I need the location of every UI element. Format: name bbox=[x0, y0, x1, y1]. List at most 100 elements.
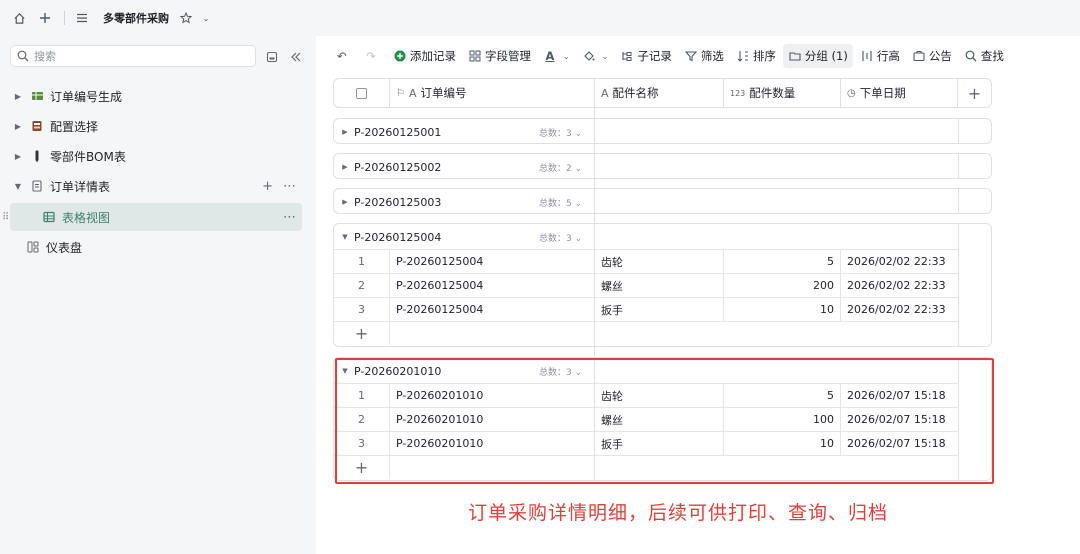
group-count[interactable]: 总数：3 ⌄ bbox=[539, 126, 582, 139]
table-row[interactable]: 2 P-20260201010 螺丝 100 2026/02/07 15:18 bbox=[334, 407, 958, 431]
panel-icon[interactable] bbox=[264, 49, 280, 65]
group-count[interactable]: 总数：3 ⌄ bbox=[539, 231, 582, 244]
sidebar-item-label: 配置选择 bbox=[50, 119, 99, 134]
paint-bucket-icon bbox=[582, 49, 596, 63]
page-title: 多零部件采购 bbox=[103, 12, 169, 25]
text-format-button[interactable]: A ⌄ bbox=[538, 44, 575, 68]
group-count[interactable]: 总数：3 ⌄ bbox=[539, 365, 582, 378]
group-row[interactable]: ▶ P-20260125001 总数：3 ⌄ bbox=[333, 118, 992, 144]
collapse-sidebar-icon[interactable] bbox=[288, 49, 304, 65]
star-icon[interactable] bbox=[177, 9, 195, 27]
filter-icon bbox=[684, 49, 698, 63]
table-icon bbox=[30, 89, 44, 103]
text-color-icon: A bbox=[545, 49, 555, 63]
fill-color-button[interactable]: ⌄ bbox=[577, 44, 614, 68]
sidebar-item-order-detail[interactable]: ▼ 订单详情表 + ⋯ bbox=[10, 172, 302, 200]
group-count[interactable]: 总数：5 ⌄ bbox=[539, 196, 582, 209]
plus-icon[interactable]: + bbox=[334, 456, 390, 479]
table-row[interactable]: 3 P-20260201010 扳手 10 2026/02/07 15:18 bbox=[334, 431, 958, 455]
sidebar-item-dashboard[interactable]: 仪表盘 bbox=[10, 233, 302, 261]
number-field-icon: 123 bbox=[730, 88, 746, 98]
group-row-expanded[interactable]: ▼ P-20260201010 总数：3 ⌄ 1 P-20260201010 齿… bbox=[333, 357, 992, 481]
subrecord-icon bbox=[620, 49, 634, 63]
caret-right-icon[interactable]: ▶ bbox=[336, 128, 354, 136]
view-toolbar: ↶ ↷ 添加记录 字段管理 A ⌄ ⌄ 子记录 筛选 排序 分组 (1) 行高 … bbox=[330, 44, 1011, 68]
undo-icon: ↶ bbox=[337, 49, 347, 63]
group-row[interactable]: ▶ P-20260125002 总数：2 ⌄ bbox=[333, 153, 992, 179]
top-bar: 多零部件采购 ⌄ bbox=[0, 0, 1080, 36]
group-count[interactable]: 总数：2 ⌄ bbox=[539, 161, 582, 174]
column-header-order-date[interactable]: ◷ 下单日期 bbox=[841, 79, 958, 107]
notice-button[interactable]: 公告 bbox=[907, 44, 957, 68]
add-icon[interactable]: + bbox=[262, 179, 273, 194]
add-icon[interactable] bbox=[36, 9, 54, 27]
chevron-down-icon: ⌄ bbox=[601, 51, 609, 61]
menu-icon[interactable] bbox=[73, 9, 91, 27]
more-icon[interactable]: ⋯ bbox=[283, 179, 296, 194]
field-manage-button[interactable]: 字段管理 bbox=[463, 44, 536, 68]
clock-icon: ◷ bbox=[847, 87, 856, 99]
column-header-part-qty[interactable]: 123 配件数量 bbox=[724, 79, 841, 107]
row-height-button[interactable]: 行高 bbox=[855, 44, 905, 68]
sidebar: 搜索 ▶ 订单编号生成 ▶ 配置选择 ▶ 零部件BOM表 ▼ 订单详情表 + ⋯… bbox=[0, 36, 316, 554]
caret-right-icon[interactable]: ▶ bbox=[336, 163, 354, 171]
home-icon[interactable] bbox=[10, 9, 28, 27]
sort-icon bbox=[736, 49, 750, 63]
row-height-icon bbox=[860, 49, 874, 63]
group-row-expanded[interactable]: ▼ P-20260125004 总数：3 ⌄ 1 P-20260125004 齿… bbox=[333, 223, 992, 347]
table-row[interactable]: 1 P-20260201010 齿轮 5 2026/02/07 15:18 bbox=[334, 383, 958, 407]
caret-down-icon[interactable]: ▼ bbox=[336, 233, 354, 241]
search-placeholder: 搜索 bbox=[34, 50, 56, 63]
sidebar-item-label: 仪表盘 bbox=[46, 240, 83, 255]
caret-right-icon[interactable]: ▶ bbox=[12, 122, 24, 131]
search-icon bbox=[17, 50, 29, 62]
chevron-down-icon[interactable]: ⌄ bbox=[197, 9, 215, 27]
column-header-order-no[interactable]: ⚐ A 订单编号 bbox=[390, 79, 595, 107]
chevron-down-icon: ⌄ bbox=[563, 51, 570, 61]
group-row[interactable]: ▶ P-20260125003 总数：5 ⌄ bbox=[333, 188, 992, 214]
table-header: ⚐ A 订单编号 A 配件名称 123 配件数量 ◷ 下单日期 + bbox=[333, 78, 992, 108]
caret-down-icon[interactable]: ▼ bbox=[336, 367, 354, 375]
add-record-button[interactable]: 添加记录 bbox=[388, 44, 461, 68]
search-input[interactable]: 搜索 bbox=[10, 45, 256, 67]
sidebar-item-grid-view[interactable]: ⠿ 表格视图 ⋯ bbox=[2, 203, 302, 231]
caret-right-icon[interactable]: ▶ bbox=[336, 198, 354, 206]
caret-down-icon[interactable]: ▼ bbox=[12, 182, 24, 191]
column-divider bbox=[594, 108, 595, 480]
sidebar-item-config[interactable]: ▶ 配置选择 bbox=[10, 112, 302, 140]
undo-button[interactable]: ↶ bbox=[330, 44, 357, 68]
text-field-icon: A bbox=[601, 86, 609, 100]
text-field-icon: A bbox=[408, 86, 417, 100]
table-row[interactable]: 3 P-20260125004 扳手 10 2026/02/02 22:33 bbox=[334, 297, 958, 321]
sidebar-item-bom[interactable]: ▶ 零部件BOM表 bbox=[10, 142, 302, 170]
search-icon bbox=[964, 49, 978, 63]
add-column-button[interactable]: + bbox=[958, 79, 991, 107]
drag-handle-icon[interactable]: ⠿ bbox=[2, 212, 9, 223]
group-button[interactable]: 分组 (1) bbox=[782, 44, 853, 68]
sidebar-item-label: 零部件BOM表 bbox=[50, 149, 126, 164]
sidebar-item-label: 订单编号生成 bbox=[50, 89, 123, 104]
add-row-button[interactable]: + bbox=[334, 321, 958, 345]
caret-right-icon[interactable]: ▶ bbox=[12, 152, 24, 161]
select-all-checkbox[interactable] bbox=[334, 79, 390, 107]
dashboard-icon bbox=[26, 240, 40, 254]
caret-right-icon[interactable]: ▶ bbox=[12, 92, 24, 101]
add-row-button[interactable]: + bbox=[334, 455, 958, 479]
column-header-part-name[interactable]: A 配件名称 bbox=[595, 79, 724, 107]
table-row[interactable]: 2 P-20260125004 螺丝 200 2026/02/02 22:33 bbox=[334, 273, 958, 297]
find-button[interactable]: 查找 bbox=[959, 44, 1009, 68]
table-row[interactable]: 1 P-20260125004 齿轮 5 2026/02/02 22:33 bbox=[334, 249, 958, 273]
flag-icon: ⚐ bbox=[396, 87, 405, 99]
filter-button[interactable]: 筛选 bbox=[679, 44, 729, 68]
subrecord-button[interactable]: 子记录 bbox=[615, 44, 677, 68]
sidebar-item-label: 订单详情表 bbox=[50, 179, 111, 194]
field-icon bbox=[468, 49, 482, 63]
sort-button[interactable]: 排序 bbox=[731, 44, 781, 68]
redo-button[interactable]: ↷ bbox=[359, 44, 386, 68]
pen-icon bbox=[30, 149, 44, 163]
plus-icon[interactable]: + bbox=[334, 322, 390, 345]
notice-icon bbox=[912, 49, 926, 63]
sidebar-item-order-number[interactable]: ▶ 订单编号生成 bbox=[10, 82, 302, 110]
annotation-caption: 订单采购详情明细，后续可供打印、查询、归档 bbox=[468, 502, 889, 524]
more-icon[interactable]: ⋯ bbox=[283, 210, 296, 225]
